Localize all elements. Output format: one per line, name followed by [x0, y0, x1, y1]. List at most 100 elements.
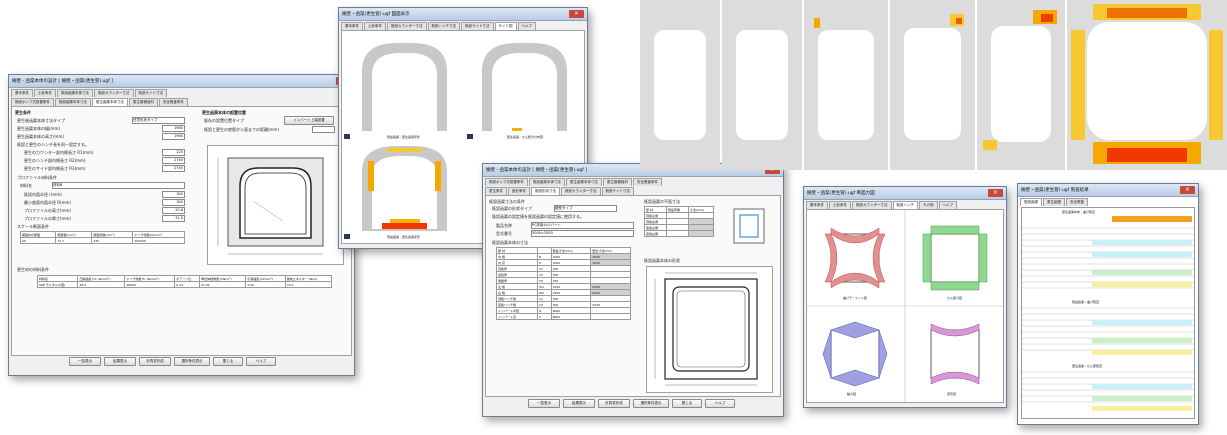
table-cell[interactable]: 20 [19, 237, 57, 244]
report-button[interactable]: 計算書作成 [139, 357, 171, 366]
tab-item[interactable]: 土砂条件 [34, 89, 56, 97]
tab-item[interactable]: 既設カウンター寸法 [94, 89, 134, 97]
graphics-window-titlebar[interactable]: 擁壁・函渠(更生管).ugf 図面表示 × [339, 8, 587, 21]
close-icon[interactable]: × [569, 10, 584, 18]
tab-item-active[interactable]: 既設ハンチ [892, 201, 918, 209]
tab-item[interactable]: ヘルプ [517, 22, 536, 30]
same-hunch-checkbox[interactable]: 既設と更生のハンチ長を同一設定する。 [17, 142, 89, 148]
condition-button[interactable]: 選択条件表示 [633, 399, 669, 408]
dimension-window-tabs-row2: 更生条件 設計条件 既設形状寸法 既設カウンター寸法 既設サイド寸法 [483, 186, 783, 195]
tab-item-active[interactable]: 既設函渠 [1020, 198, 1042, 206]
tab-item[interactable]: 既設ハンチ寸法 [427, 22, 460, 30]
profile-input[interactable]: 20.6 [162, 207, 185, 214]
figure-caption: 更生函渠 - せん断力分布図 [507, 135, 543, 139]
model-select[interactable]: 3000×3000 [531, 230, 634, 237]
profile-input[interactable]: 300 [162, 191, 185, 198]
table-cell[interactable]: 70.0 [284, 281, 333, 288]
help-button[interactable]: ヘルプ [705, 399, 735, 408]
length-input[interactable]: 2760 [162, 157, 185, 164]
tab-item-active[interactable]: 更生函渠本体寸法 [91, 98, 128, 106]
tab-item[interactable]: 基本条件 [341, 22, 363, 30]
hunch-diagram [733, 208, 765, 244]
tab-item[interactable]: 更生管補強材 [128, 98, 158, 106]
close-icon[interactable]: × [988, 189, 1003, 197]
list-button[interactable]: 一覧表示 [69, 357, 101, 366]
profile-input[interactable]: 31.5 [162, 215, 185, 222]
tab-item[interactable]: 既設サイド寸法 [601, 187, 634, 195]
tab-item[interactable]: 既設ポンプ式設置条件 [11, 98, 54, 106]
table-cell[interactable]: 18000 [124, 281, 176, 288]
tab-item[interactable]: 基本条件 [11, 89, 33, 97]
scale-table: 補強材の断面 断面積(mm²) 断面係数(mm³) ヤング係数(N/mm²) 2… [19, 231, 185, 244]
tab-item-active[interactable]: サイド図 [494, 22, 517, 30]
tab-item[interactable]: 更生管補強材 [602, 178, 632, 186]
height-input[interactable]: 1980 [162, 133, 185, 140]
result-button[interactable]: 結果表示 [104, 357, 136, 366]
force-window-titlebar[interactable]: 擁壁・函渠(更生管).ugf 断面力図 × [804, 187, 1006, 200]
tab-item[interactable]: 安全照査条件 [158, 98, 188, 106]
width-input[interactable]: 1980 [162, 125, 185, 132]
table-cell[interactable]: 72.7 [55, 237, 93, 244]
results-window: 擁壁・函渠(更生管).ugf 照査結果 × 既設函渠 更生函渠 安全照査 更生函… [1017, 183, 1199, 425]
tab-item[interactable]: 安全照査条件 [632, 178, 662, 186]
table-cell[interactable]: 28.0 [77, 281, 126, 288]
condition-button[interactable]: 選択条件表示 [174, 357, 210, 366]
shape-type-select[interactable]: 箱型タイプ [554, 205, 617, 212]
tab-item[interactable]: ヘルプ [938, 201, 957, 209]
dimension-panel: 既設函渠寸法の条件 既設函渠の形状タイプ 箱型タイプ 既設函渠の設定値を既設函渠… [485, 195, 781, 397]
heatmap-panel [722, 0, 802, 170]
tab-item[interactable]: 既設函渠本体寸法 [57, 89, 93, 97]
profile-input[interactable]: 300 [162, 199, 185, 206]
length-input[interactable]: 225 [162, 149, 185, 156]
invert-position-button[interactable]: インバート上端設置 [284, 116, 334, 125]
figure-caption: せん断力図 [947, 296, 963, 300]
tab-item[interactable]: 更生函渠 [1043, 198, 1065, 206]
distance-input[interactable] [312, 126, 335, 133]
table-cell[interactable]: 195000 [132, 237, 185, 244]
table-cell[interactable]: 8000 [550, 313, 592, 320]
same-setting-checkbox[interactable]: 既設函渠の設定値を既設函渠の設定値に使用する。 [492, 214, 584, 220]
table-cell[interactable] [665, 230, 689, 237]
tab-item[interactable]: 既設カウンター寸法 [561, 187, 601, 195]
tab-item[interactable]: 基本条件 [806, 201, 828, 209]
table-cell[interactable] [590, 313, 631, 320]
table-cell[interactable]: 335 [91, 237, 134, 244]
tab-item[interactable]: 更生函渠本体寸法 [565, 178, 602, 186]
tab-item-active[interactable]: 既設形状寸法 [531, 187, 560, 195]
table-cell[interactable]: 0.24 [174, 281, 201, 288]
shape-type-select[interactable]: 任意形状タイプ [132, 117, 185, 124]
material-select[interactable]: 材料B [52, 182, 185, 189]
tab-item[interactable]: 既設ポンプ式設置条件 [485, 178, 528, 186]
tab-item[interactable]: その他 [919, 201, 938, 209]
tab-item[interactable]: 既設函渠本体寸法 [54, 98, 91, 106]
tab-item[interactable]: 既設カウンター寸法 [387, 22, 427, 30]
result-button[interactable]: 結果表示 [563, 399, 595, 408]
main-window-titlebar[interactable]: 擁壁 - 函渠本体の設計 [ 擁壁・函渠(更生管).ugf ] × [9, 75, 354, 88]
close-button[interactable]: 閉じる [213, 357, 243, 366]
tab-item[interactable]: 既設函渠本体寸法 [528, 178, 565, 186]
tab-item[interactable]: 土砂条件 [829, 201, 851, 209]
results-window-titlebar[interactable]: 擁壁・函渠(更生管).ugf 照査結果 × [1018, 184, 1198, 197]
table-row: 底版右側 [644, 230, 715, 237]
table-cell[interactable]: SPR モルタル(U型) [36, 281, 79, 288]
report-button[interactable]: 計算書作成 [598, 399, 630, 408]
close-icon[interactable]: × [1180, 186, 1195, 194]
list-button[interactable]: 一覧表示 [528, 399, 560, 408]
table-cell[interactable]: 21.00 [199, 281, 247, 288]
table-cell[interactable]: 3.00 [245, 281, 286, 288]
length-input[interactable]: 2760 [162, 165, 185, 172]
tab-item[interactable]: 更生条件 [485, 187, 507, 195]
help-button[interactable]: ヘルプ [246, 357, 276, 366]
table-cell: 底版右側 [644, 230, 667, 237]
tab-item[interactable]: 既設カウンター寸法 [852, 201, 892, 209]
tab-item[interactable]: 安全照査 [1066, 198, 1088, 206]
tab-item[interactable]: 既設サイド寸法 [134, 89, 167, 97]
section-title: スケール断面条件 [17, 224, 49, 229]
culvert-figure [207, 145, 344, 265]
close-button[interactable]: 閉じる [672, 399, 702, 408]
product-select[interactable]: PC床版カルバート [531, 222, 634, 229]
tab-item[interactable]: 土砂条件 [364, 22, 386, 30]
tab-item[interactable]: 既設サイド寸法 [461, 22, 494, 30]
table-cell[interactable] [687, 230, 715, 237]
tab-item[interactable]: 設計条件 [508, 187, 530, 195]
